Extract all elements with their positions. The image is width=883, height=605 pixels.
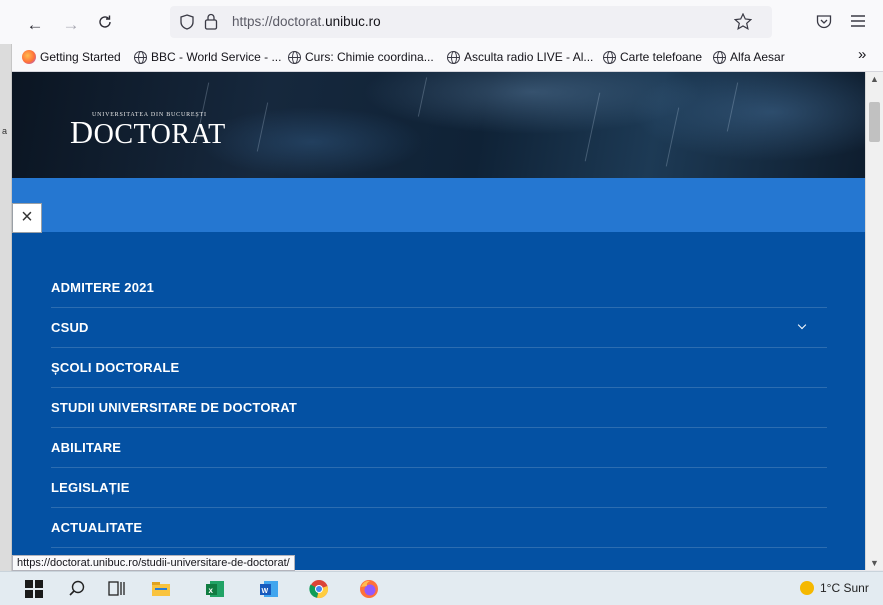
menu-item-label: LEGISLAȚIE [51, 480, 130, 495]
scroll-down-arrow-icon[interactable]: ▼ [870, 558, 879, 568]
window-fragment: a [2, 126, 8, 136]
word-icon[interactable]: W [258, 578, 280, 600]
windows-start-icon[interactable] [25, 580, 43, 598]
scroll-thumb[interactable] [869, 102, 880, 142]
link-status-bar: https://doctorat.unibuc.ro/studii-univer… [12, 555, 295, 571]
chrome-icon[interactable] [308, 578, 330, 600]
globe-icon [713, 50, 726, 64]
weather-widget[interactable]: 1°C Sunr [800, 581, 869, 595]
bookmark-alfa-aesar[interactable]: Alfa Aesar [713, 50, 785, 64]
url-text[interactable]: https://doctorat.unibuc.ro [232, 14, 381, 29]
excel-icon[interactable]: x [204, 578, 226, 600]
bookmark-bbc[interactable]: BBC - World Service - ... [134, 50, 281, 64]
globe-icon [447, 50, 460, 64]
pocket-icon[interactable] [816, 14, 832, 29]
back-button[interactable]: ← [24, 14, 46, 36]
hero-banner: UNIVERSITATEA DIN BUCUREȘTI DOCTORAT [12, 72, 865, 178]
menu-item-admitere[interactable]: ADMITERE 2021 [51, 268, 827, 308]
address-bar[interactable]: https://doctorat.unibuc.ro [170, 6, 772, 38]
bookmark-label: Curs: Chimie coordina... [305, 50, 434, 64]
menu-item-label: ADMITERE 2021 [51, 280, 155, 295]
bookmark-getting-started[interactable]: Getting Started [22, 50, 121, 64]
menu-hamburger-icon[interactable] [851, 15, 865, 27]
menu-item-studii-universitare[interactable]: STUDII UNIVERSITARE DE DOCTORAT [51, 388, 827, 428]
lock-icon[interactable] [204, 13, 218, 30]
site-logo[interactable]: DOCTORAT [70, 114, 226, 151]
shield-icon[interactable] [180, 14, 194, 30]
file-explorer-icon[interactable] [150, 578, 172, 600]
main-menu: ADMITERE 2021 CSUD ȘCOLI DOCTORALE STUDI… [51, 268, 827, 548]
forward-button[interactable]: → [60, 14, 82, 36]
bookmark-label: Alfa Aesar [730, 50, 785, 64]
background-window-edge: c a [0, 0, 12, 605]
menu-item-label: STUDII UNIVERSITARE DE DOCTORAT [51, 400, 297, 415]
close-icon: × [21, 206, 33, 228]
reload-icon [99, 15, 111, 28]
menu-item-label: CSUD [51, 320, 89, 335]
globe-icon [603, 50, 616, 64]
menu-item-label: ABILITARE [51, 440, 122, 455]
page-content: UNIVERSITATEA DIN BUCUREȘTI DOCTORAT ADM… [12, 72, 865, 570]
chevron-down-icon[interactable] [799, 308, 805, 348]
menu-header-band [12, 178, 865, 232]
weather-text: 1°C Sunr [820, 581, 869, 595]
firefox-taskbar-icon[interactable] [358, 578, 380, 600]
windows-taskbar: x W 1°C Sunr [0, 571, 883, 605]
bookmark-label: Carte telefoane [620, 50, 703, 64]
svg-text:x: x [209, 586, 214, 595]
firefox-icon [22, 50, 36, 64]
weather-sun-icon [800, 581, 814, 595]
bookmark-label: BBC - World Service - ... [151, 50, 282, 64]
bookmark-label: Getting Started [40, 50, 121, 64]
globe-icon [134, 50, 147, 64]
menu-item-actualitate[interactable]: ACTUALITATE [51, 508, 827, 548]
url-domain: unibuc.ro [325, 14, 381, 29]
bookmark-asculta-radio[interactable]: Asculta radio LIVE - Al... [447, 50, 593, 64]
bookmark-curs-chimie[interactable]: Curs: Chimie coordina... [288, 50, 434, 64]
reload-button[interactable] [94, 14, 116, 36]
bookmarks-overflow-button[interactable]: » [858, 46, 866, 63]
page-scrollbar[interactable]: ▲ ▼ [865, 72, 883, 570]
browser-toolbar: ← → https://doctorat.unibuc.ro [0, 0, 883, 44]
star-bookmark-icon[interactable] [734, 13, 752, 30]
menu-item-label: ACTUALITATE [51, 520, 143, 535]
menu-item-csud[interactable]: CSUD [51, 308, 827, 348]
menu-item-legislatie[interactable]: LEGISLAȚIE [51, 468, 827, 508]
logo-initial: D [70, 114, 94, 150]
globe-icon [288, 50, 301, 64]
url-prefix: https://doctorat. [232, 14, 326, 29]
menu-item-scoli-doctorale[interactable]: ȘCOLI DOCTORALE [51, 348, 827, 388]
search-icon[interactable] [66, 578, 88, 600]
logo-text: OCTORAT [93, 119, 226, 150]
svg-text:W: W [262, 588, 269, 595]
scroll-up-arrow-icon[interactable]: ▲ [870, 74, 879, 84]
bookmarks-bar: Getting Started BBC - World Service - ..… [12, 44, 883, 72]
bookmark-carte-telefoane[interactable]: Carte telefoane [603, 50, 702, 64]
menu-item-abilitare[interactable]: ABILITARE [51, 428, 827, 468]
close-menu-button[interactable]: × [12, 203, 42, 233]
menu-item-label: ȘCOLI DOCTORALE [51, 360, 180, 375]
bookmark-label: Asculta radio LIVE - Al... [464, 50, 594, 64]
task-view-icon[interactable] [106, 578, 128, 600]
